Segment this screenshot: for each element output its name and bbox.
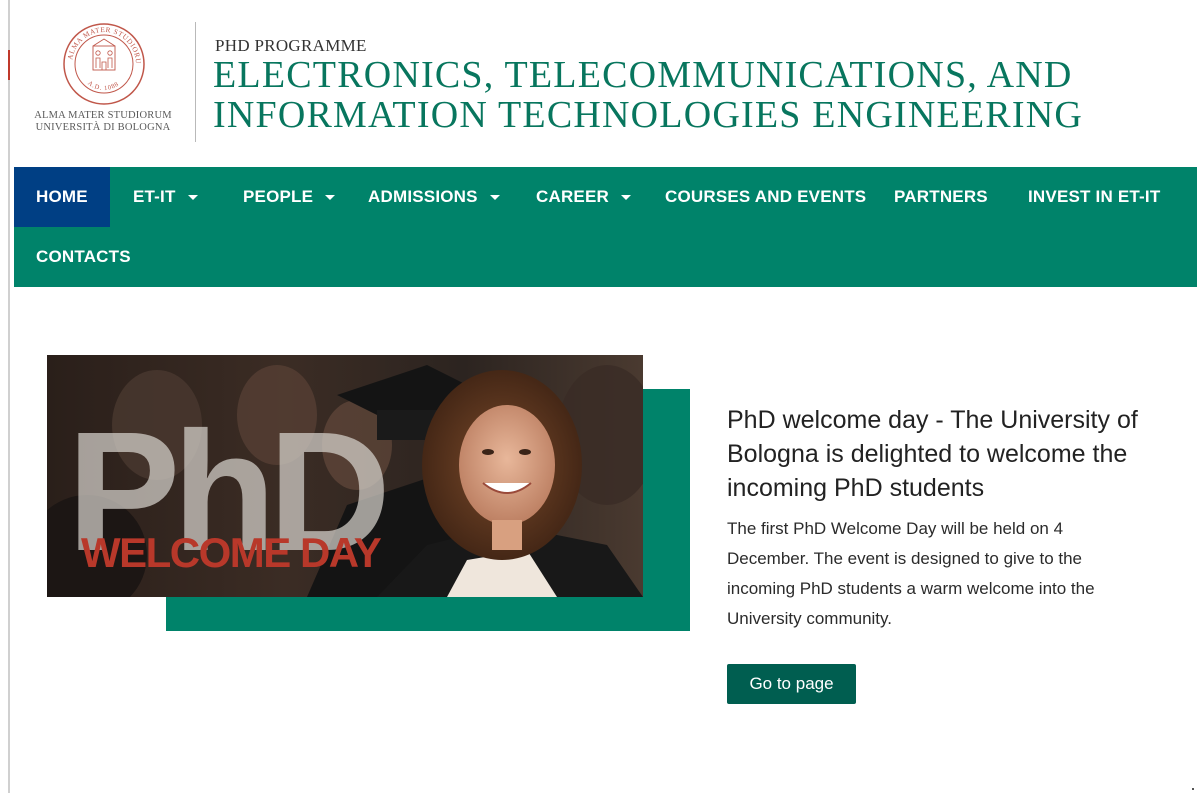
nav-item-admissions[interactable]: ADMISSIONS (368, 167, 500, 227)
svg-text:ALMA MATER STUDIORUM: ALMA MATER STUDIORUM (62, 22, 142, 65)
site-title[interactable]: ELECTRONICS, TELECOMMUNICATIONS, AND INF… (213, 55, 1173, 135)
chevron-down-icon (187, 194, 198, 200)
nav-item-label: ET-IT (133, 187, 176, 206)
nav-item-courses-and-events[interactable]: COURSES AND EVENTS (665, 167, 866, 227)
nav-item-partners[interactable]: PARTNERS (894, 167, 988, 227)
chevron-down-icon (489, 194, 500, 200)
nav-item-label: CONTACTS (36, 247, 131, 266)
main-navigation: HOME ET-IT PEOPLE ADMISSIONS CAREER COUR… (14, 167, 1197, 287)
news-description: The first PhD Welcome Day will be held o… (727, 519, 1095, 628)
nav-item-invest-in-et-it[interactable]: INVEST IN ET-IT (1028, 167, 1160, 227)
hero-image[interactable]: PhD WELCOME DAY (47, 355, 643, 597)
page: ALMA MATER STUDIORUM A.D. 1088 ALMA MATE… (0, 0, 1197, 793)
nav-item-label: COURSES AND EVENTS (665, 187, 867, 206)
chevron-down-icon (621, 194, 631, 200)
nav-item-label: PEOPLE (243, 187, 314, 206)
header-divider (195, 22, 196, 142)
university-name: ALMA MATER STUDIORUM UNIVERSITÀ DI BOLOG… (14, 110, 192, 134)
nav-item-label: CAREER (536, 187, 609, 206)
nav-item-label: INVEST IN ET-IT (1028, 187, 1161, 206)
hero-photo: PhD WELCOME DAY (47, 355, 643, 597)
programme-label: PHD PROGRAMME (215, 36, 367, 55)
site-title-line1: ELECTRONICS, TELECOMMUNICATIONS, AND (213, 54, 1073, 96)
go-to-page-button[interactable]: Go to page (727, 664, 856, 704)
nav-item-home[interactable]: HOME (14, 167, 110, 227)
nav-item-contacts[interactable]: CONTACTS (36, 227, 131, 287)
news-title[interactable]: PhD welcome day - The University of Bolo… (727, 403, 1167, 505)
nav-item-label: PARTNERS (894, 187, 988, 206)
chevron-down-icon (325, 194, 336, 200)
corner-mark (1192, 788, 1194, 790)
nav-item-people[interactable]: PEOPLE (243, 167, 336, 227)
nav-item-career[interactable]: CAREER (536, 167, 631, 227)
nav-item-label: ADMISSIONS (368, 187, 478, 206)
university-seal-icon: ALMA MATER STUDIORUM A.D. 1088 (62, 22, 145, 105)
university-name-line1: ALMA MATER STUDIORUM (34, 110, 172, 121)
nav-item-et-it[interactable]: ET-IT (133, 167, 198, 227)
site-header: ALMA MATER STUDIORUM A.D. 1088 ALMA MATE… (0, 0, 1197, 167)
university-logo[interactable]: ALMA MATER STUDIORUM A.D. 1088 ALMA MATE… (14, 18, 192, 148)
site-title-line2: INFORMATION TECHNOLOGIES ENGINEERING (213, 94, 1083, 136)
hero-image-banner-text: WELCOME DAY (81, 529, 382, 576)
university-name-line2: UNIVERSITÀ DI BOLOGNA (35, 122, 171, 133)
nav-item-label: HOME (36, 187, 88, 206)
